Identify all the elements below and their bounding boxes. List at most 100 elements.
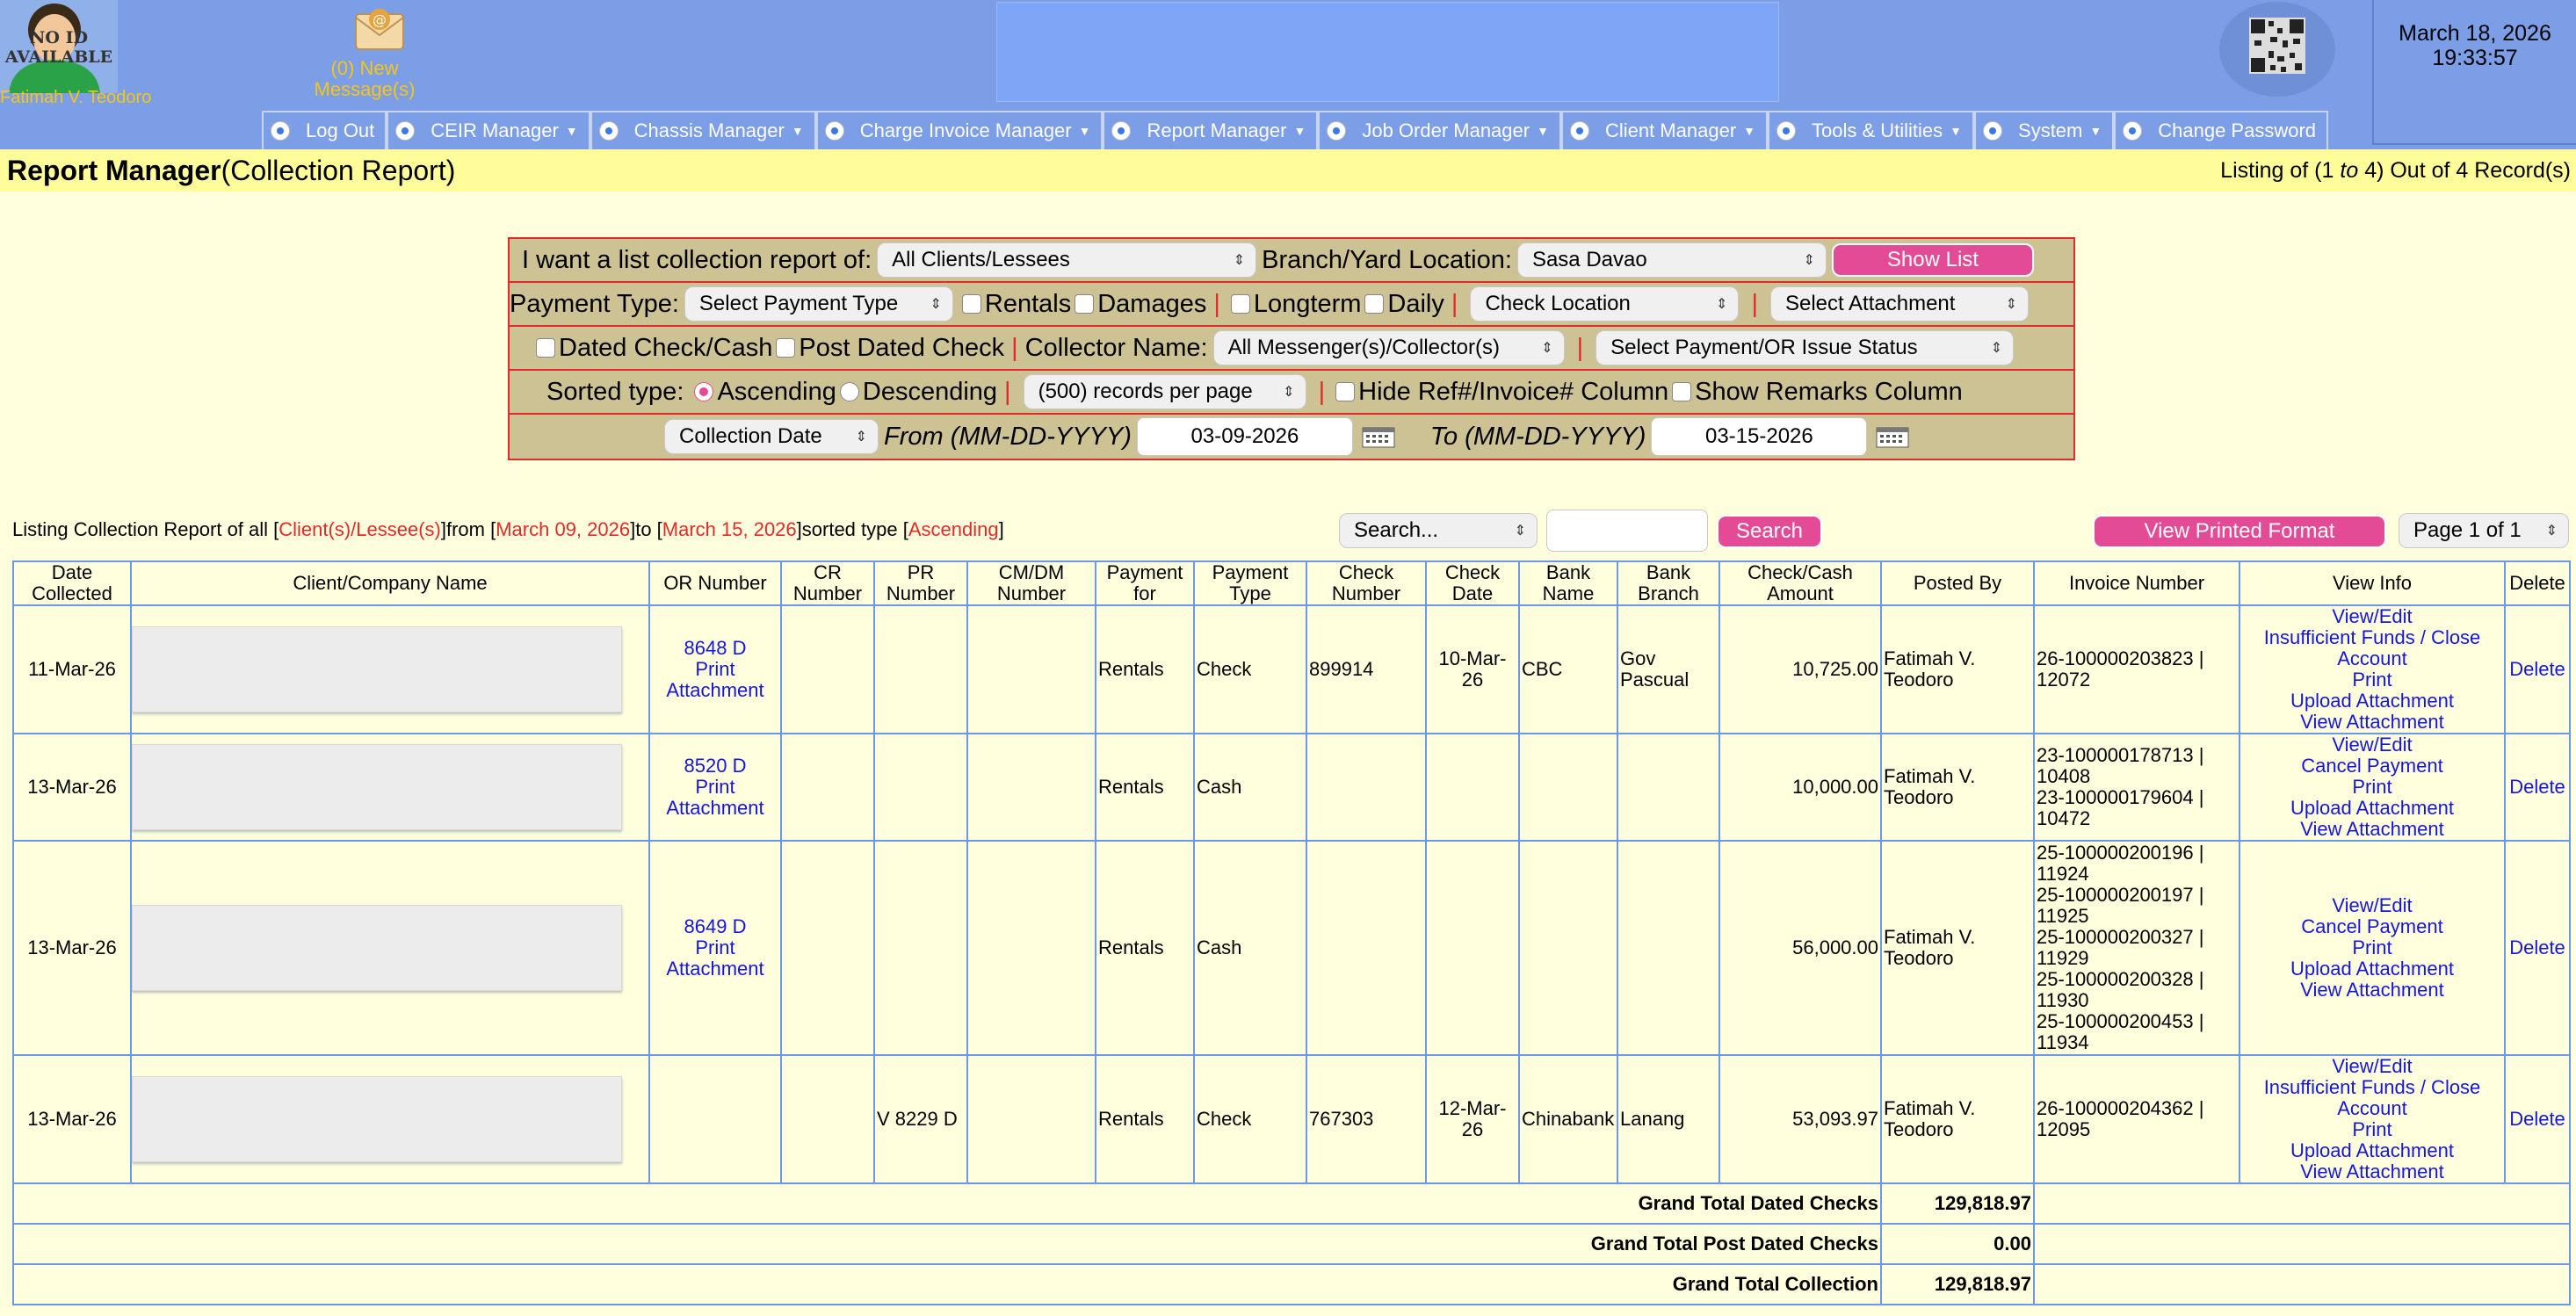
- damages-checkbox[interactable]: [1075, 294, 1095, 314]
- view-info-link[interactable]: Print: [2242, 937, 2502, 958]
- ascending-radio[interactable]: [694, 382, 714, 401]
- col-header-check-date[interactable]: Check Date: [1425, 560, 1520, 606]
- col-header-payment-for[interactable]: Payment for: [1095, 560, 1195, 606]
- view-printed-format-button[interactable]: View Printed Format: [2093, 515, 2386, 548]
- caret-down-icon: ▼: [2089, 124, 2102, 138]
- view-info-link[interactable]: Print: [2242, 669, 2502, 691]
- col-header-date[interactable]: Date Collected: [12, 560, 132, 606]
- separator: |: [1011, 333, 1018, 362]
- payment-type-select[interactable]: Select Payment Type ⇕: [684, 286, 953, 322]
- or-attachment-link[interactable]: Attachment: [652, 958, 778, 980]
- col-header-bank-name[interactable]: Bank Name: [1518, 560, 1618, 606]
- col-header-cmdm[interactable]: CM/DM Number: [966, 560, 1096, 606]
- redacted-client-name: [132, 1076, 622, 1162]
- col-header-client[interactable]: Client/Company Name: [130, 560, 650, 606]
- to-date-input[interactable]: 03-15-2026: [1651, 417, 1868, 456]
- mail-icon[interactable]: @: [352, 5, 407, 53]
- menu-item-system[interactable]: System ▼: [1974, 111, 2115, 149]
- col-header-amount[interactable]: Check/Cash Amount: [1719, 560, 1882, 606]
- rentals-checkbox[interactable]: [961, 294, 981, 314]
- collector-select[interactable]: All Messenger(s)/Collector(s) ⇕: [1212, 330, 1565, 365]
- menu-item-tools-utilities[interactable]: Tools & Utilities ▼: [1768, 111, 1975, 149]
- new-messages-link[interactable]: (0) New Message(s): [299, 58, 431, 100]
- or-print-link[interactable]: Print: [652, 937, 778, 958]
- daily-checkbox[interactable]: [1364, 294, 1385, 314]
- page-select[interactable]: Page 1 of 1 ⇕: [2399, 513, 2569, 548]
- col-header-check-number[interactable]: Check Number: [1306, 560, 1427, 606]
- search-input[interactable]: [1546, 510, 1708, 552]
- or-print-link[interactable]: Print: [652, 777, 778, 798]
- branch-select[interactable]: Sasa Davao ⇕: [1516, 242, 1827, 278]
- or-number-link[interactable]: 8648 D: [652, 638, 778, 659]
- delete-link[interactable]: Delete: [2507, 777, 2567, 798]
- attachment-select[interactable]: Select Attachment ⇕: [1769, 286, 2029, 322]
- or-attachment-link[interactable]: Attachment: [652, 798, 778, 819]
- or-print-link[interactable]: Print: [652, 659, 778, 680]
- dated-check-checkbox[interactable]: [536, 338, 555, 358]
- or-status-select-value: Select Payment/OR Issue Status: [1610, 336, 1918, 359]
- client-select[interactable]: All Clients/Lessees ⇕: [877, 242, 1257, 278]
- or-number-link[interactable]: 8649 D: [652, 916, 778, 937]
- search-field-select[interactable]: Search... ⇕: [1339, 513, 1538, 548]
- view-info-link[interactable]: View/Edit: [2242, 1056, 2502, 1077]
- col-header-posted-by[interactable]: Posted By: [1880, 560, 2035, 606]
- view-info-link[interactable]: Upload Attachment: [2242, 798, 2502, 819]
- delete-link[interactable]: Delete: [2507, 1109, 2567, 1130]
- view-info-link[interactable]: Upload Attachment: [2242, 1140, 2502, 1161]
- search-button[interactable]: Search: [1717, 515, 1822, 548]
- longterm-checkbox[interactable]: [1230, 294, 1250, 314]
- date-field-select[interactable]: Collection Date ⇕: [664, 419, 879, 454]
- post-dated-check-checkbox[interactable]: [776, 338, 796, 358]
- menu-item-log-out[interactable]: Log Out: [262, 111, 387, 149]
- menu-item-change-password[interactable]: Change Password: [2114, 111, 2329, 149]
- view-info-link[interactable]: Insufficient Funds / Close Account: [2242, 1077, 2502, 1119]
- summary-from-date: March 09, 2026: [496, 518, 631, 540]
- col-header-bank-branch[interactable]: Bank Branch: [1617, 560, 1720, 606]
- view-info-link[interactable]: Insufficient Funds / Close Account: [2242, 627, 2502, 669]
- menu-item-label: Log Out: [306, 119, 375, 141]
- menu-item-ceir-manager[interactable]: CEIR Manager ▼: [387, 111, 590, 149]
- cell-view-info: View/Edit Cancel Payment Print Upload Attac…: [2239, 840, 2506, 1056]
- or-number-link[interactable]: 8520 D: [652, 756, 778, 777]
- col-header-payment-type[interactable]: Payment Type: [1193, 560, 1307, 606]
- calendar-icon[interactable]: [1362, 425, 1395, 448]
- from-date-input[interactable]: 03-09-2026: [1136, 417, 1353, 456]
- total-blank: [2033, 1263, 2571, 1305]
- table-row: 13-Mar-26 8649 D Print Attachment Rentals Cas…: [12, 840, 2571, 1056]
- view-info-link[interactable]: Upload Attachment: [2242, 958, 2502, 980]
- menu-item-chassis-manager[interactable]: Chassis Manager ▼: [590, 111, 816, 149]
- view-info-link[interactable]: Upload Attachment: [2242, 691, 2502, 712]
- menu-item-charge-invoice-manager[interactable]: Charge Invoice Manager ▼: [815, 111, 1103, 149]
- show-remarks-checkbox[interactable]: [1672, 382, 1692, 401]
- or-status-select[interactable]: Select Payment/OR Issue Status ⇕: [1596, 330, 2015, 365]
- calendar-icon[interactable]: [1876, 425, 1909, 448]
- view-info-link[interactable]: Print: [2242, 1119, 2502, 1140]
- view-info-link[interactable]: View Attachment: [2242, 712, 2502, 733]
- view-info-link[interactable]: View/Edit: [2242, 606, 2502, 627]
- records-per-page-select[interactable]: (500) records per page ⇕: [1023, 374, 1306, 409]
- menu-item-report-manager[interactable]: Report Manager ▼: [1103, 111, 1319, 149]
- descending-radio[interactable]: [839, 382, 859, 401]
- view-info-link[interactable]: View/Edit: [2242, 895, 2502, 916]
- menu-item-job-order-manager[interactable]: Job Order Manager ▼: [1318, 111, 1561, 149]
- or-attachment-link[interactable]: Attachment: [652, 680, 778, 701]
- view-info-link[interactable]: View Attachment: [2242, 819, 2502, 840]
- hide-ref-checkbox[interactable]: [1335, 382, 1356, 401]
- delete-link[interactable]: Delete: [2507, 659, 2567, 680]
- view-info-link[interactable]: Cancel Payment: [2242, 756, 2502, 777]
- col-header-pr[interactable]: PR Number: [873, 560, 968, 606]
- view-info-link[interactable]: View Attachment: [2242, 980, 2502, 1001]
- col-header-or[interactable]: OR Number: [648, 560, 782, 606]
- cell-or: 8649 D Print Attachment: [648, 840, 782, 1056]
- view-info-link[interactable]: View/Edit: [2242, 734, 2502, 756]
- col-header-invoice[interactable]: Invoice Number: [2033, 560, 2240, 606]
- view-info-link[interactable]: Print: [2242, 777, 2502, 798]
- view-info-link[interactable]: View Attachment: [2242, 1161, 2502, 1182]
- delete-link[interactable]: Delete: [2507, 937, 2567, 958]
- check-location-select[interactable]: Check Location ⇕: [1470, 286, 1740, 322]
- user-name[interactable]: Fatimah V. Teodoro: [0, 88, 151, 108]
- menu-item-client-manager[interactable]: Client Manager ▼: [1560, 111, 1768, 149]
- show-list-button[interactable]: Show List: [1831, 243, 2034, 277]
- view-info-link[interactable]: Cancel Payment: [2242, 916, 2502, 937]
- col-header-cr[interactable]: CR Number: [780, 560, 875, 606]
